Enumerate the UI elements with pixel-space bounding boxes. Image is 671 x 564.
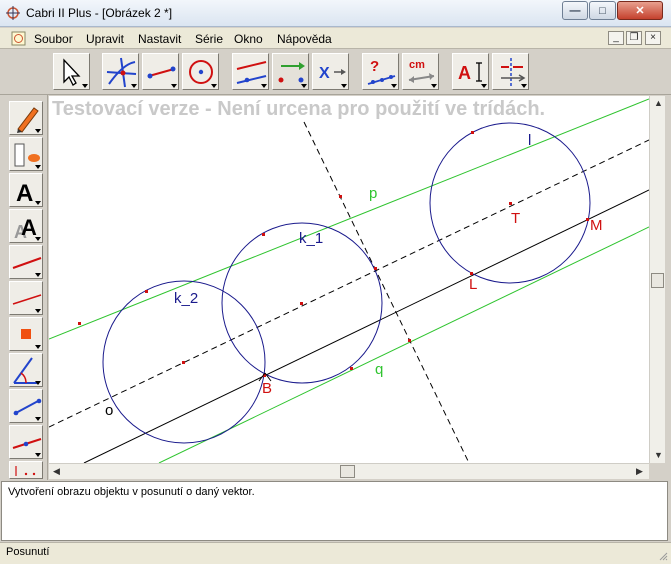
point[interactable]: [182, 361, 185, 364]
point[interactable]: [262, 233, 265, 236]
line-style-tool[interactable]: [9, 281, 43, 315]
help-text: Vytvoření obrazu objektu v posunutí o da…: [8, 486, 255, 498]
close-icon: ✕: [635, 5, 645, 17]
maximize-button[interactable]: □: [589, 1, 616, 20]
attribute-toolbar: A A A: [0, 95, 48, 480]
tool-drawing[interactable]: [492, 53, 529, 90]
tool-macros[interactable]: X: [312, 53, 349, 90]
label-q: q: [375, 361, 383, 378]
point[interactable]: [408, 339, 411, 342]
menu-soubor[interactable]: Soubor: [34, 32, 73, 46]
status-bar: Posunutí: [0, 542, 671, 564]
minimize-icon: _: [613, 32, 619, 43]
point[interactable]: [300, 302, 303, 305]
line-o[interactable]: [49, 139, 649, 428]
svg-text:cm: cm: [409, 59, 425, 71]
minimize-button[interactable]: —: [562, 1, 588, 20]
tool-properties[interactable]: ?: [362, 53, 399, 90]
geometry-figure: p q o l k_1 k_2 T M L B: [49, 98, 649, 463]
scroll-up-icon[interactable]: ▲: [654, 98, 663, 108]
tool-pointer[interactable]: [53, 53, 90, 90]
title-bar: Cabri II Plus - [Obrázek 2 *] — □ ✕: [0, 0, 671, 27]
resize-grip-icon[interactable]: [658, 551, 668, 561]
tool-measure[interactable]: cm: [402, 53, 439, 90]
tool-points[interactable]: [102, 53, 139, 90]
horizontal-scrollbar[interactable]: ◀ ▶: [49, 463, 649, 479]
menu-okno[interactable]: Okno: [234, 32, 263, 46]
point[interactable]: [339, 195, 342, 198]
grid-tool[interactable]: [9, 461, 43, 479]
label-m: M: [590, 217, 603, 234]
point[interactable]: [145, 290, 148, 293]
perpendicular-line[interactable]: [303, 121, 470, 463]
tool-display[interactable]: A: [452, 53, 489, 90]
fixed-free-tool[interactable]: [9, 425, 43, 459]
label-point-l: L: [469, 276, 477, 293]
mdi-close-button[interactable]: ×: [645, 31, 661, 45]
line-p[interactable]: [49, 98, 649, 340]
text-style-tool[interactable]: A A: [9, 209, 43, 243]
tool-lines[interactable]: [142, 53, 179, 90]
menu-serie[interactable]: Série: [195, 32, 223, 46]
scroll-down-icon[interactable]: ▼: [654, 450, 663, 460]
main-toolbar: X ? cm A: [0, 50, 671, 95]
close-icon: ×: [650, 32, 656, 43]
fill-tool[interactable]: [9, 137, 43, 171]
svg-text:X: X: [319, 65, 330, 82]
mdi-minimize-button[interactable]: _: [608, 31, 624, 45]
point[interactable]: [471, 131, 474, 134]
status-text: Posunutí: [6, 546, 50, 558]
text-color-tool[interactable]: A: [9, 173, 43, 207]
line-through-b[interactable]: [83, 189, 649, 463]
window-title: Cabri II Plus - [Obrázek 2 *]: [26, 6, 173, 20]
close-button[interactable]: ✕: [617, 1, 663, 20]
label-b: B: [262, 380, 272, 397]
segment-mark-tool[interactable]: [9, 389, 43, 423]
points: [78, 131, 589, 377]
point[interactable]: [374, 267, 377, 270]
line-thickness-tool[interactable]: [9, 245, 43, 279]
vertical-scroll-thumb[interactable]: [651, 273, 664, 288]
svg-text:A: A: [16, 180, 33, 207]
tool-curves[interactable]: [182, 53, 219, 90]
point[interactable]: [78, 322, 81, 325]
label-k2: k_2: [174, 290, 198, 307]
point-l[interactable]: [470, 272, 473, 275]
help-pane: Vytvoření obrazu objektu v posunutí o da…: [1, 481, 668, 541]
scroll-left-icon[interactable]: ◀: [53, 466, 60, 477]
maximize-icon: □: [599, 4, 606, 17]
menu-nastavit[interactable]: Nastavit: [138, 32, 181, 46]
svg-text:A: A: [458, 63, 471, 83]
mdi-restore-button[interactable]: ❐: [626, 31, 642, 45]
vertical-scrollbar[interactable]: ▲ ▼: [649, 96, 665, 463]
app-icon: [6, 6, 20, 20]
angle-mark-tool[interactable]: [9, 353, 43, 387]
svg-text:?: ?: [370, 58, 379, 75]
point[interactable]: [350, 367, 353, 370]
menu-upravit[interactable]: Upravit: [86, 32, 124, 46]
label-o: o: [105, 402, 113, 419]
menu-bar: Soubor Upravit Nastavit Série Okno Nápov…: [0, 28, 671, 49]
drawing-canvas[interactable]: Testovací verze - Není urcena pro použit…: [49, 96, 649, 463]
horizontal-scroll-thumb[interactable]: [340, 465, 355, 478]
grid-icon: [15, 466, 36, 476]
minimize-icon: —: [569, 4, 581, 17]
scroll-right-icon[interactable]: ▶: [636, 466, 643, 477]
label-p: p: [369, 185, 377, 202]
label-l: l: [528, 132, 531, 149]
point-style-tool[interactable]: [9, 317, 43, 351]
point-t[interactable]: [509, 202, 512, 205]
color-tool[interactable]: [9, 101, 43, 135]
label-k1: k_1: [299, 230, 323, 247]
restore-icon: ❐: [629, 32, 639, 43]
document-icon[interactable]: [11, 31, 26, 46]
tool-constructions[interactable]: [232, 53, 269, 90]
menu-napoveda[interactable]: Nápověda: [277, 32, 332, 46]
tool-transformations[interactable]: [272, 53, 309, 90]
point-m[interactable]: [586, 218, 589, 221]
label-t: T: [511, 210, 520, 227]
